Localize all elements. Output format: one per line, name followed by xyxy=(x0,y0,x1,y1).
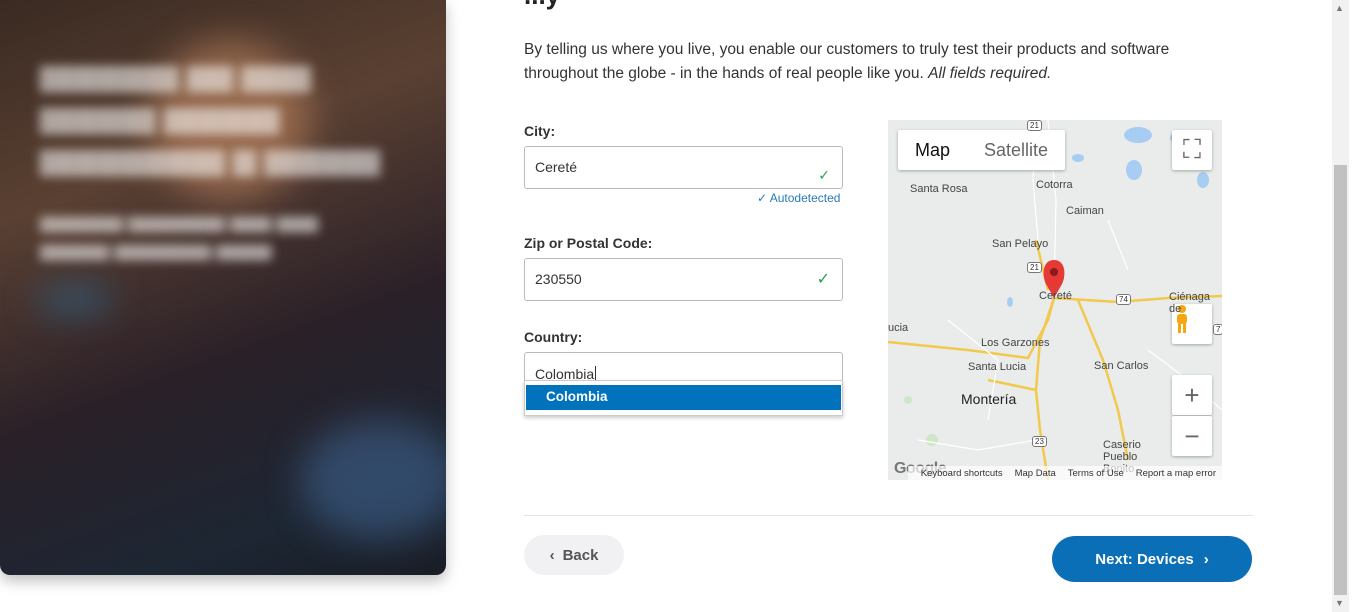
chevron-left-icon: ‹ xyxy=(549,546,555,564)
map-place-label: Santa Lucia xyxy=(968,361,1027,373)
zip-field[interactable]: 230550 ✓ xyxy=(524,258,843,301)
check-icon: ✓ xyxy=(757,191,768,205)
hero-blurred-text: ▆▆▆▆▆ ▆▆▆▆▆ xyxy=(40,101,280,134)
satellite-tab[interactable]: Satellite xyxy=(967,130,1065,170)
divider xyxy=(524,515,1253,516)
map-place-label: Ciénaga de xyxy=(1169,291,1210,315)
report-map-error-link[interactable]: Report a map error xyxy=(1136,468,1216,479)
map-place-label: San Carlos xyxy=(1094,360,1149,372)
terms-of-use-link[interactable]: Terms of Use xyxy=(1068,468,1124,479)
autodetected-label: Autodetected xyxy=(769,191,841,205)
map-place-label: Caiman xyxy=(1066,205,1104,217)
hero-blur-shape xyxy=(40,290,110,310)
chevron-right-icon: › xyxy=(1203,550,1209,568)
fullscreen-icon[interactable]: ⛶ xyxy=(1172,130,1212,170)
zip-label: Zip or Postal Code: xyxy=(524,235,653,251)
road-shield: 7 xyxy=(1213,324,1222,335)
check-icon: ✓ xyxy=(816,271,830,288)
map-place-label: ucia xyxy=(888,322,909,334)
map-footer: Keyboard shortcuts Map Data Terms of Use… xyxy=(908,466,1222,480)
map-tab[interactable]: Map xyxy=(898,130,967,170)
zip-value: 230550 xyxy=(535,271,582,287)
intro-body: By telling us where you live, you enable… xyxy=(524,41,1170,82)
map-place-label: San Pelayo xyxy=(992,238,1049,250)
hero-blurred-text: ▆▆▆▆▆ ▆▆▆▆▆▆▆ ▆▆▆▆ xyxy=(40,240,272,260)
scrollbar-thumb[interactable] xyxy=(1334,165,1347,595)
map-place-label: Cotorra xyxy=(1036,179,1073,191)
intro-text: By telling us where you live, you enable… xyxy=(524,38,1224,86)
road-shield: 21 xyxy=(1027,262,1042,273)
zoom-in-icon[interactable]: + xyxy=(1172,375,1212,415)
hero-blur-shape xyxy=(300,420,446,540)
dropdown-option-colombia[interactable]: Colombia xyxy=(526,385,841,410)
zoom-out-icon[interactable]: − xyxy=(1172,416,1212,456)
hero-image: ▆▆▆▆▆▆ ▆▆ ▆▆▆ ▆▆▆▆▆ ▆▆▆▆▆ ▆▆▆▆▆▆▆▆ ▆ ▆▆▆… xyxy=(0,0,446,575)
back-button[interactable]: ‹ Back xyxy=(524,535,624,575)
location-map[interactable]: Map Satellite ⛶ + − Santa Rosa Cotorra C… xyxy=(888,120,1222,480)
city-value: Cereté xyxy=(535,159,578,175)
country-label: Country: xyxy=(524,329,583,345)
keyboard-shortcuts-link[interactable]: Keyboard shortcuts xyxy=(921,468,1003,479)
scroll-up-icon[interactable]: ▲ xyxy=(1335,3,1344,13)
hero-blurred-text: ▆▆▆▆▆▆▆▆ ▆ ▆▆▆▆▆ xyxy=(40,143,380,176)
hero-blurred-text: ▆▆▆▆▆▆ ▆▆▆▆▆▆▆ ▆▆▆ ▆▆▆ xyxy=(40,212,319,232)
city-label: City: xyxy=(524,123,556,139)
map-place-label: Montería xyxy=(961,391,1017,407)
autodetected-note: ✓ Autodetected xyxy=(757,191,840,205)
country-dropdown: Colombia xyxy=(524,380,843,416)
hero-blurred-text: ▆▆▆▆▆▆ ▆▆ ▆▆▆ xyxy=(40,59,311,92)
map-place-label: Santa Rosa xyxy=(910,183,968,195)
road-shield: 21 xyxy=(1027,120,1042,131)
map-type-toggle: Map Satellite xyxy=(898,130,1066,170)
city-field[interactable]: Cereté ✓ xyxy=(524,146,843,189)
road-shield: 23 xyxy=(1032,436,1047,447)
check-icon: ✓ xyxy=(818,167,830,183)
next-label: Next: Devices xyxy=(1095,550,1194,568)
page-title: ...y xyxy=(524,0,560,11)
back-label: Back xyxy=(562,546,599,564)
scroll-down-icon[interactable]: ▼ xyxy=(1335,598,1344,608)
required-note: All fields required. xyxy=(928,65,1052,82)
road-shield: 74 xyxy=(1116,294,1131,305)
map-place-label: Los Garzones xyxy=(981,337,1050,349)
next-devices-button[interactable]: Next: Devices › xyxy=(1052,536,1252,582)
map-place-label: Cereté xyxy=(1039,290,1073,302)
map-data-link[interactable]: Map Data xyxy=(1015,468,1056,479)
